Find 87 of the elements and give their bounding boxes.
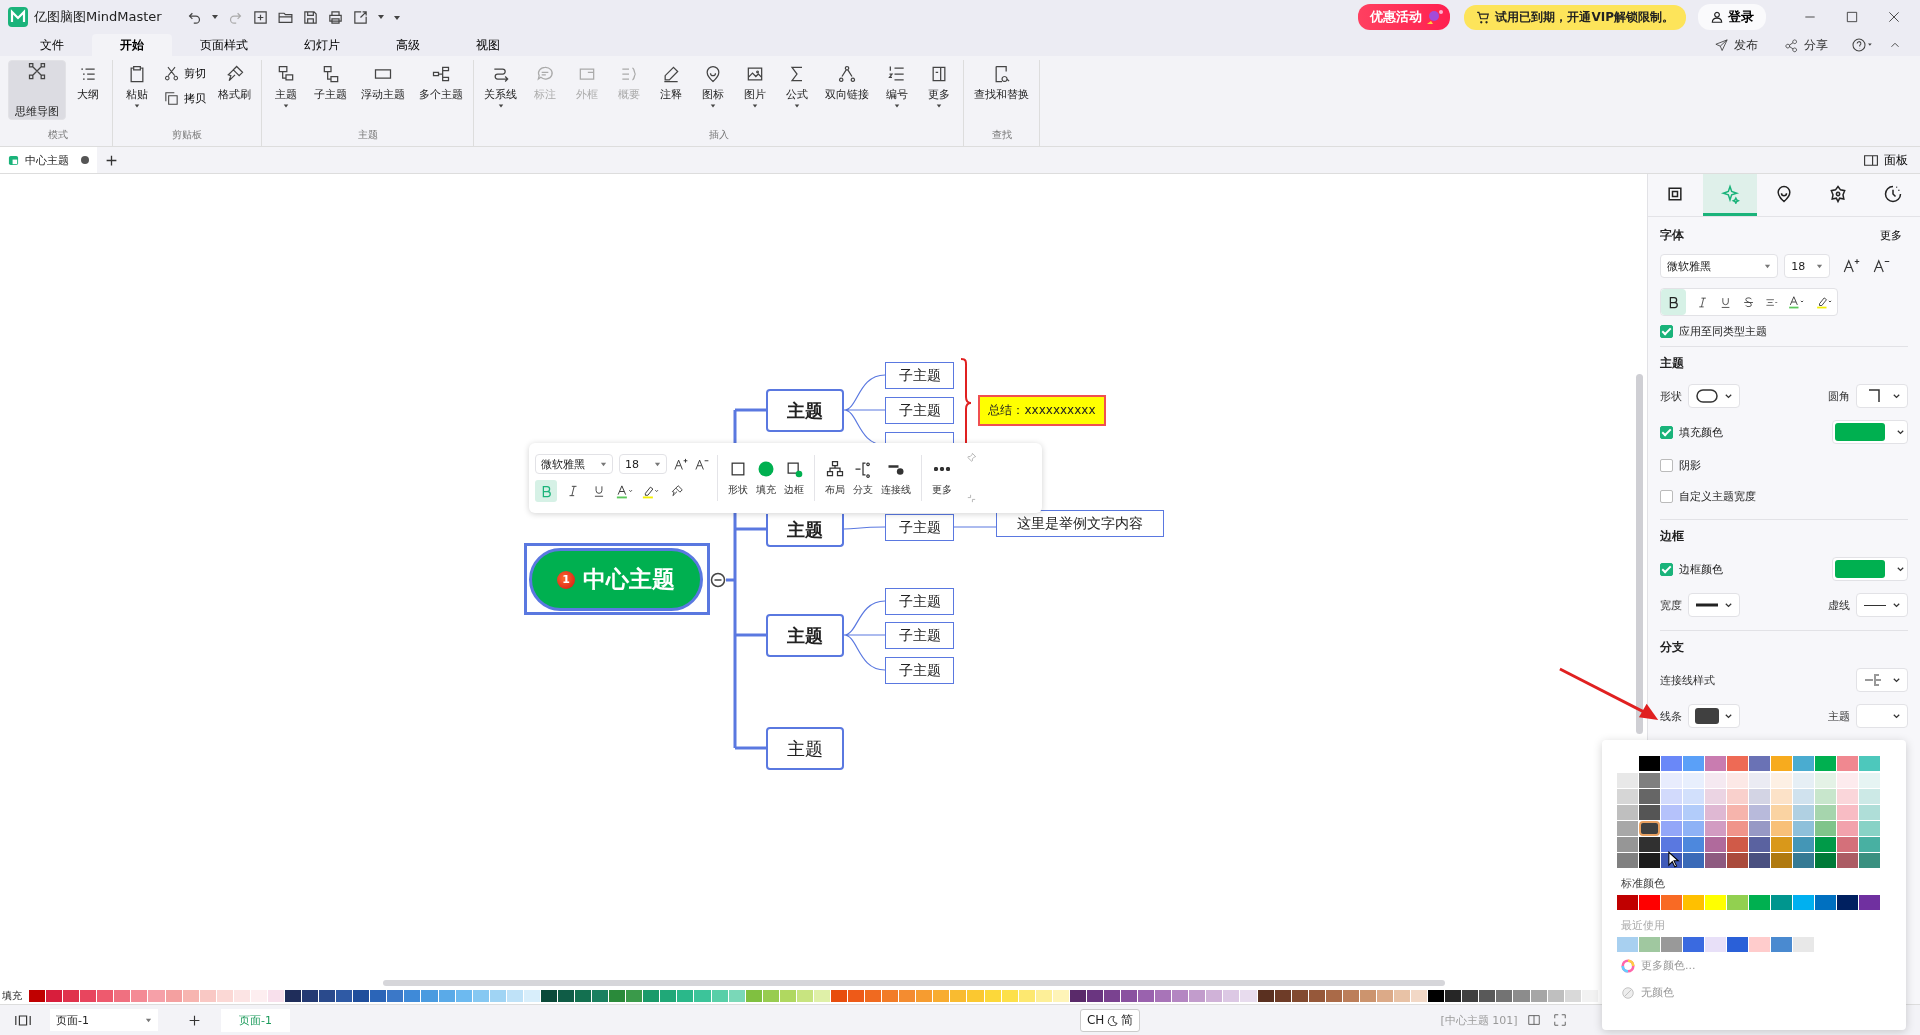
panel-toggle-button[interactable]: 面板 xyxy=(1857,150,1914,170)
subtopic-node[interactable]: 子主题 xyxy=(885,397,954,424)
subtopic-node[interactable]: 子主题 xyxy=(885,657,954,684)
ribbon-button[interactable]: 图标 xyxy=(693,60,733,120)
ribbon-button[interactable]: 查找和替换 xyxy=(968,60,1035,120)
menu-tab[interactable]: 视图 xyxy=(448,34,528,56)
vip-notice[interactable]: 试用已到期，开通VIP解锁限制。 xyxy=(1464,4,1686,30)
menu-tab[interactable]: 幻灯片 xyxy=(276,34,368,56)
toolbar-button[interactable]: 形状 xyxy=(726,459,750,497)
ribbon-button[interactable]: 子主题 xyxy=(308,60,353,120)
ribbon-button[interactable]: 拷贝 xyxy=(159,87,210,110)
ime-indicator[interactable]: CH 简 xyxy=(1079,1008,1141,1032)
toolbar-button[interactable]: 边框 xyxy=(782,459,806,497)
section-title: 主题 xyxy=(1660,355,1686,372)
menu-tab[interactable]: 文件 xyxy=(12,34,92,56)
corner-label: 圆角 xyxy=(1828,388,1850,404)
section-title: 分支 xyxy=(1660,639,1686,656)
subtopic-node[interactable]: 子主题 xyxy=(885,514,954,541)
toolbar-button[interactable]: 更多 xyxy=(930,459,954,497)
menu-tab[interactable]: 页面样式 xyxy=(172,34,276,56)
ribbon-button[interactable]: 图片 xyxy=(735,60,775,120)
ribbon-button[interactable]: 多个主题 xyxy=(413,60,469,120)
topic-node[interactable]: 主题 xyxy=(766,389,844,432)
recent-colors-label: 最近使用 xyxy=(1621,918,1666,933)
dash-label: 虚线 xyxy=(1828,597,1850,613)
ribbon-button[interactable]: 关系线 xyxy=(478,60,523,120)
ribbon-button[interactable]: 公式 xyxy=(777,60,817,120)
selection-info: [中心主题 101] xyxy=(1440,1012,1518,1028)
page-select[interactable]: 页面-1 xyxy=(50,1009,158,1031)
ribbon-button[interactable]: 编号 xyxy=(877,60,917,120)
checkbox-label: 自定义主题宽度 xyxy=(1679,489,1757,504)
page-tab[interactable]: 页面-1 xyxy=(221,1008,290,1032)
group-label: 插入 xyxy=(708,128,729,142)
ribbon-button[interactable]: 更多 xyxy=(919,60,959,120)
ribbon-button[interactable]: 双向链接 xyxy=(819,60,875,120)
toolbar-button[interactable]: 连接线 xyxy=(879,459,913,497)
publish-button[interactable]: 发布 xyxy=(1708,35,1764,55)
subtopic-node[interactable]: 子主题 xyxy=(885,588,954,615)
menu-tab[interactable]: 高级 xyxy=(368,34,448,56)
section-title: 字体 xyxy=(1660,227,1685,244)
ribbon-button[interactable]: 大纲 xyxy=(68,60,108,120)
subtopic-node[interactable]: 子主题 xyxy=(885,622,954,649)
toolbar-button[interactable]: 填充 xyxy=(754,459,778,497)
shape-label: 形状 xyxy=(1660,388,1683,404)
toolbar-button[interactable]: 布局 xyxy=(823,459,847,497)
section-title: 边框 xyxy=(1660,528,1686,545)
more-link[interactable]: 更多 xyxy=(1874,227,1908,244)
checkbox-label: 填充颜色 xyxy=(1679,424,1724,440)
priority-marker: 1 xyxy=(557,570,575,589)
topic-node[interactable]: 主题 xyxy=(766,514,844,547)
ribbon-button[interactable]: 剪切 xyxy=(159,62,210,85)
checkbox-label: 阴影 xyxy=(1679,458,1702,473)
ribbon-button[interactable]: 浮动主题 xyxy=(355,60,411,120)
font-select[interactable]: 微软雅黑 xyxy=(1660,254,1779,278)
checkbox-label: 边框颜色 xyxy=(1679,561,1724,577)
group-label: 查找 xyxy=(991,128,1012,142)
subtopic-node[interactable]: 子主题 xyxy=(885,362,954,389)
app-title: 亿图脑图MindMaster xyxy=(34,8,162,26)
document-tab[interactable]: 中心主题 xyxy=(0,147,97,173)
line-label: 线条 xyxy=(1660,708,1683,724)
topic-label: 主题 xyxy=(1828,708,1850,724)
topic-node[interactable]: 主题 xyxy=(766,614,844,657)
tab-label: 中心主题 xyxy=(25,152,69,168)
font-select[interactable]: 微软雅黑 xyxy=(535,454,613,474)
ribbon-button[interactable]: 格式刷 xyxy=(212,60,257,120)
login-button[interactable]: 登录 xyxy=(1698,4,1766,30)
checkbox-label: 应用至同类型主题 xyxy=(1679,324,1768,339)
ribbon-button[interactable]: 注释 xyxy=(651,60,691,120)
size-select[interactable]: 18 xyxy=(619,454,667,474)
ribbon-button[interactable]: 思维导图 xyxy=(8,60,66,120)
share-button[interactable]: 分享 xyxy=(1778,35,1834,55)
ribbon-button[interactable]: 粘贴 xyxy=(117,60,157,120)
standard-colors-label: 标准颜色 xyxy=(1621,876,1666,891)
size-select[interactable]: 18 xyxy=(1784,254,1831,278)
promo-badge[interactable]: 优惠活动 xyxy=(1358,4,1451,30)
ribbon-button[interactable]: 主题 xyxy=(266,60,306,120)
connector-style-label: 连接线样式 xyxy=(1660,672,1716,688)
group-label: 剪贴板 xyxy=(172,128,202,142)
text-node[interactable]: 这里是举例文字内容 xyxy=(996,510,1164,537)
menu-tab[interactable]: 开始 xyxy=(92,34,172,56)
group-label: 模式 xyxy=(48,128,68,142)
fill-label: 填充 xyxy=(1,989,23,1003)
group-label: 主题 xyxy=(357,128,378,142)
topic-node[interactable]: 主题 xyxy=(766,727,844,770)
width-label: 宽度 xyxy=(1660,597,1683,613)
summary-node[interactable]: 总结：xxxxxxxxxx xyxy=(978,395,1106,426)
toolbar-button[interactable]: 分支 xyxy=(851,459,875,497)
